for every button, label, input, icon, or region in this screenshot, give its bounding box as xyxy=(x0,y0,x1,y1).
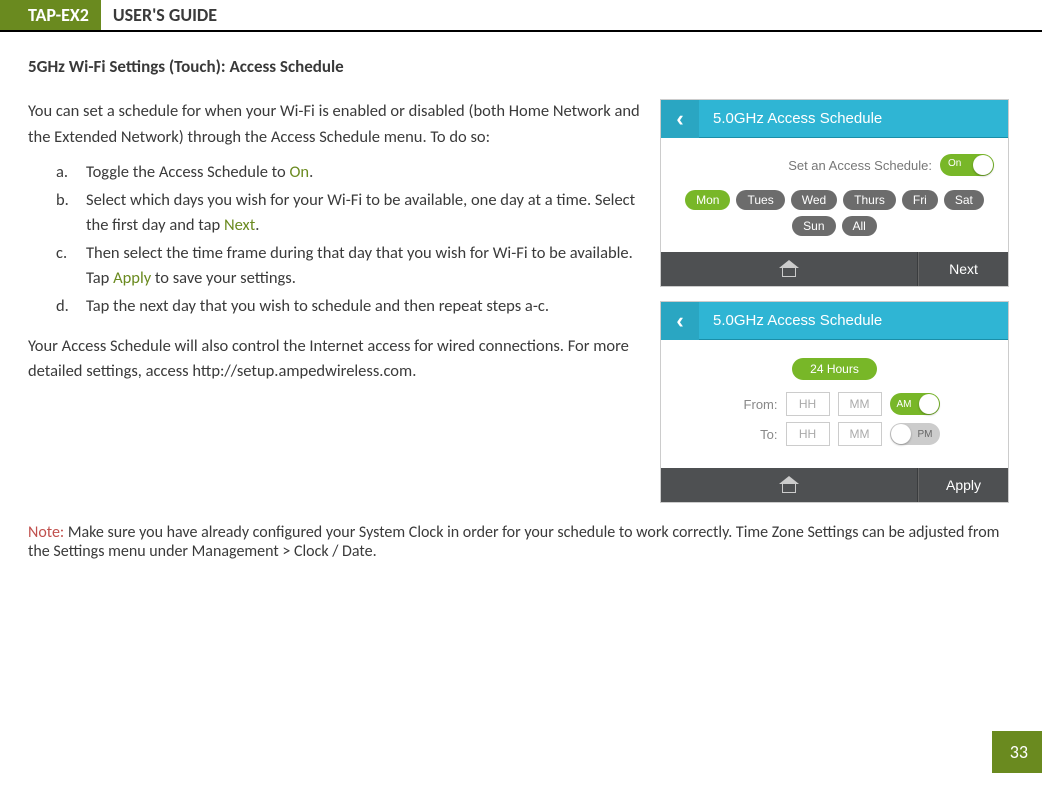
step-text-post: . xyxy=(309,162,313,182)
schedule-label: Set an Access Schedule: xyxy=(788,158,932,173)
hours-pill[interactable]: 24 Hours xyxy=(792,358,877,380)
step-marker: d. xyxy=(56,294,69,320)
schedule-toggle-row: Set an Access Schedule: On xyxy=(675,154,994,176)
home-icon xyxy=(780,262,798,276)
step-highlight: Apply xyxy=(113,268,151,288)
section-heading: 5GHz Wi-Fi Settings (Touch): Access Sche… xyxy=(28,56,1014,77)
day-pill-wed[interactable]: Wed xyxy=(791,190,837,210)
step-d: d. Tap the next day that you wish to sch… xyxy=(64,294,642,320)
from-ampm-toggle[interactable]: AM xyxy=(890,393,940,415)
home-icon xyxy=(780,478,798,492)
step-b: b. Select which days you wish for your W… xyxy=(64,188,642,239)
phone-title: 5.0GHz Access Schedule xyxy=(699,110,1008,127)
to-row: To: HH MM PM xyxy=(675,422,994,446)
note-body: Make sure you have already configured yo… xyxy=(28,523,999,561)
step-text: Select which days you wish for your Wi-F… xyxy=(86,190,635,236)
home-button[interactable] xyxy=(661,252,918,286)
phone-body: 24 Hours From: HH MM AM To: HH xyxy=(661,340,1008,468)
to-hh-input[interactable]: HH xyxy=(786,422,830,446)
step-text-post: . xyxy=(255,215,259,235)
step-text-post: to save your settings. xyxy=(151,268,296,288)
next-button[interactable]: Next xyxy=(918,252,1008,286)
screenshot-column: ‹ 5.0GHz Access Schedule Set an Access S… xyxy=(660,99,1014,517)
outro-paragraph: Your Access Schedule will also control t… xyxy=(28,334,642,385)
step-text: Toggle the Access Schedule to xyxy=(86,162,289,182)
step-highlight: On xyxy=(289,162,309,182)
note-label: Note: xyxy=(28,523,64,542)
to-ampm-toggle[interactable]: PM xyxy=(890,423,940,445)
to-label: To: xyxy=(730,427,778,442)
day-pill-sat[interactable]: Sat xyxy=(944,190,984,210)
ampm-label: AM xyxy=(897,399,912,410)
day-pill-thurs[interactable]: Thurs xyxy=(843,190,896,210)
toggle-knob xyxy=(919,394,939,414)
day-pill-all[interactable]: All xyxy=(842,216,877,236)
phone-footer: Next xyxy=(661,252,1008,286)
day-selector: Mon Tues Wed Thurs Fri Sat Sun All xyxy=(675,190,994,236)
ampm-label: PM xyxy=(918,429,933,440)
page-content: 5GHz Wi-Fi Settings (Touch): Access Sche… xyxy=(0,32,1042,561)
toggle-knob xyxy=(891,424,911,444)
step-marker: c. xyxy=(56,241,67,267)
back-chevron-icon[interactable]: ‹ xyxy=(661,100,699,138)
from-hh-input[interactable]: HH xyxy=(786,392,830,416)
phone-mockup-days: ‹ 5.0GHz Access Schedule Set an Access S… xyxy=(660,99,1009,287)
step-c: c. Then select the time frame during tha… xyxy=(64,241,642,292)
day-pill-sun[interactable]: Sun xyxy=(792,216,835,236)
day-pill-mon[interactable]: Mon xyxy=(685,190,730,210)
home-button[interactable] xyxy=(661,468,918,502)
step-a: a. Toggle the Access Schedule to On. xyxy=(64,160,642,186)
day-pill-fri[interactable]: Fri xyxy=(902,190,938,210)
back-chevron-icon[interactable]: ‹ xyxy=(661,302,699,340)
day-pill-tues[interactable]: Tues xyxy=(736,190,784,210)
phone-body: Set an Access Schedule: On Mon Tues Wed … xyxy=(661,138,1008,252)
phone-title: 5.0GHz Access Schedule xyxy=(699,312,1008,329)
doc-title: USER'S GUIDE xyxy=(101,0,229,30)
step-text: Tap the next day that you wish to schedu… xyxy=(86,296,549,316)
phone-mockup-time: ‹ 5.0GHz Access Schedule 24 Hours From: … xyxy=(660,301,1009,503)
product-badge: TAP-EX2 xyxy=(16,0,101,30)
to-mm-input[interactable]: MM xyxy=(838,422,882,446)
intro-paragraph: You can set a schedule for when your Wi-… xyxy=(28,99,642,150)
step-list: a. Toggle the Access Schedule to On. b. … xyxy=(28,160,642,319)
toggle-knob xyxy=(973,155,993,175)
note-paragraph: Note: Make sure you have already configu… xyxy=(28,523,1014,561)
body-text-column: You can set a schedule for when your Wi-… xyxy=(28,99,642,517)
page-number: 33 xyxy=(992,731,1042,773)
apply-button[interactable]: Apply xyxy=(918,468,1008,502)
step-marker: a. xyxy=(56,160,68,186)
from-row: From: HH MM AM xyxy=(675,392,994,416)
phone-header: ‹ 5.0GHz Access Schedule xyxy=(661,302,1008,340)
schedule-toggle[interactable]: On xyxy=(940,154,994,176)
from-label: From: xyxy=(730,397,778,412)
phone-footer: Apply xyxy=(661,468,1008,502)
page-header: TAP-EX2 USER'S GUIDE xyxy=(0,0,1042,32)
step-marker: b. xyxy=(56,188,69,214)
hours-row: 24 Hours xyxy=(675,358,994,380)
toggle-label: On xyxy=(948,158,961,169)
from-mm-input[interactable]: MM xyxy=(838,392,882,416)
phone-header: ‹ 5.0GHz Access Schedule xyxy=(661,100,1008,138)
header-accent xyxy=(0,0,16,30)
step-highlight: Next xyxy=(224,215,255,235)
